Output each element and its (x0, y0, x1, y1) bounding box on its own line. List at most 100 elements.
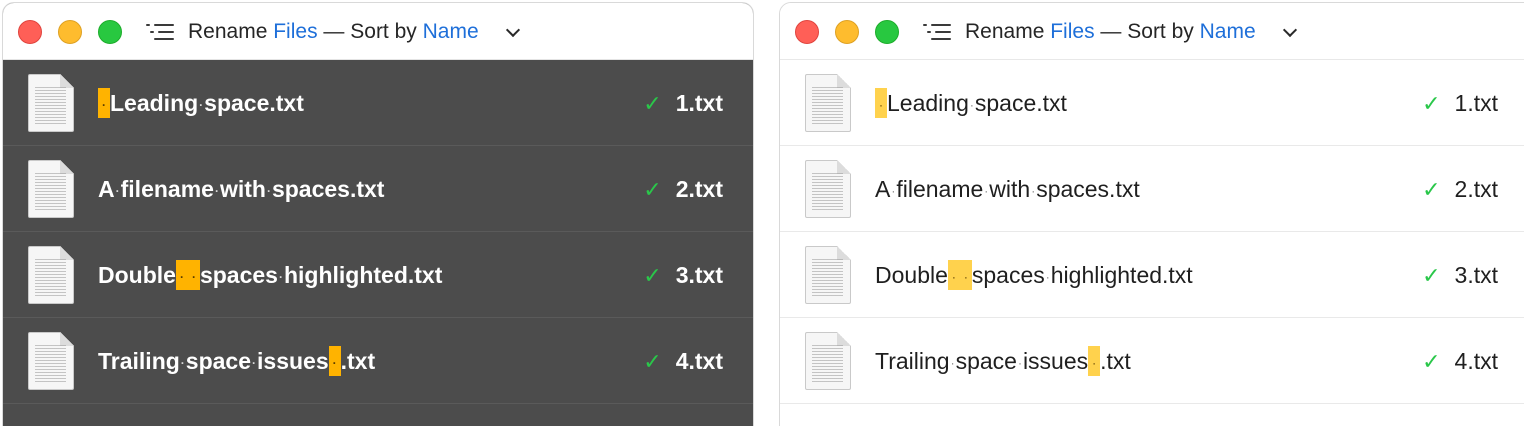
text-document-icon (805, 246, 851, 304)
original-filename: Double · · spaces·highlighted.txt (875, 260, 1193, 290)
checkmark-icon: ✓ (643, 349, 662, 374)
space-highlight: · (187, 260, 200, 290)
original-filename: Double · · spaces·highlighted.txt (98, 260, 442, 290)
file-row[interactable]: Trailing·space·issues · .txt ✓ 4.txt (780, 318, 1524, 404)
rename-window-light: Rename Files — Sort by Name · Leading·spa… (779, 2, 1524, 426)
minimize-button[interactable] (58, 20, 82, 44)
close-button[interactable] (795, 20, 819, 44)
space-highlight: · (959, 260, 972, 290)
renamed-result: ✓ 4.txt (643, 346, 723, 376)
new-filename: 1.txt (1454, 90, 1498, 116)
filename-segment: issues (257, 348, 329, 374)
titlebar: Rename Files — Sort by Name (3, 3, 753, 60)
file-row[interactable]: A·filename·with·spaces.txt ✓ 2.txt (780, 146, 1524, 232)
filename-segment: .txt (340, 348, 376, 374)
text-document-icon (805, 332, 851, 390)
file-row[interactable]: Double · · spaces·highlighted.txt ✓ 3.txt (780, 232, 1524, 318)
title-name: Name (422, 20, 479, 43)
filename-segment: with (989, 176, 1031, 202)
new-filename: 3.txt (1454, 262, 1498, 288)
title-files: Files (273, 20, 318, 43)
renamed-result: ✓ 3.txt (1422, 260, 1498, 290)
new-filename: 1.txt (675, 90, 723, 116)
filename-segment: .txt (1100, 348, 1131, 374)
text-document-icon (28, 160, 74, 218)
checkmark-icon: ✓ (1422, 349, 1441, 374)
filename-segment: space.txt (974, 90, 1067, 116)
renamed-result: ✓ 4.txt (1422, 346, 1498, 376)
filename-segment: spaces.txt (271, 176, 385, 202)
filename-segment: spaces (971, 262, 1045, 288)
filename-segment: Leading (887, 90, 969, 116)
renamed-result: ✓ 2.txt (643, 174, 723, 204)
renamed-result: ✓ 1.txt (643, 88, 723, 118)
space-highlight: · (175, 260, 188, 290)
filename-segment: spaces.txt (1036, 176, 1140, 202)
filename-segment: with (219, 176, 266, 202)
filename-segment: Double (98, 262, 176, 288)
filename-segment: highlighted.txt (1050, 262, 1193, 288)
filename-segment: filename (120, 176, 214, 202)
original-filename: · Leading·space.txt (875, 88, 1067, 118)
file-row[interactable]: · Leading·space.txt ✓ 1.txt (3, 60, 753, 146)
rename-window-dark: Rename Files — Sort by Name · Leading·spa… (2, 2, 754, 426)
text-document-icon (28, 246, 74, 304)
filename-segment: filename (896, 176, 984, 202)
new-filename: 4.txt (675, 348, 723, 374)
zoom-button[interactable] (98, 20, 122, 44)
renamed-result: ✓ 3.txt (643, 260, 723, 290)
title-middle: — Sort by (1100, 20, 1194, 43)
title-name: Name (1199, 20, 1256, 43)
list-icon (146, 22, 174, 42)
checkmark-icon: ✓ (643, 91, 662, 116)
renamed-result: ✓ 1.txt (1422, 88, 1498, 118)
space-highlight: · (947, 260, 960, 290)
checkmark-icon: ✓ (643, 263, 662, 288)
filename-segment: Trailing (875, 348, 950, 374)
original-filename: A·filename·with·spaces.txt (875, 174, 1140, 204)
space-highlight: · (98, 88, 110, 118)
filename-segment: space (955, 348, 1017, 374)
zoom-button[interactable] (875, 20, 899, 44)
chevron-down-icon[interactable] (1282, 24, 1298, 40)
text-document-icon (805, 74, 851, 132)
original-filename: · Leading·space.txt (98, 88, 304, 118)
title-middle: — Sort by (323, 20, 417, 43)
filename-segment: Double (875, 262, 948, 288)
renamed-result: ✓ 2.txt (1422, 174, 1498, 204)
new-filename: 4.txt (1454, 348, 1498, 374)
text-document-icon (28, 332, 74, 390)
checkmark-icon: ✓ (1422, 177, 1441, 202)
title-prefix: Rename (188, 20, 268, 43)
file-row[interactable]: Double · · spaces·highlighted.txt ✓ 3.txt (3, 232, 753, 318)
filename-segment: space (185, 348, 252, 374)
filename-segment: highlighted.txt (283, 262, 443, 288)
file-row[interactable]: A·filename·with·spaces.txt ✓ 2.txt (3, 146, 753, 232)
title-files: Files (1050, 20, 1095, 43)
text-document-icon (28, 74, 74, 132)
file-row[interactable]: Trailing·space·issues · .txt ✓ 4.txt (3, 318, 753, 404)
original-filename: A·filename·with·spaces.txt (98, 174, 384, 204)
window-title[interactable]: Rename Files — Sort by Name (923, 17, 1298, 47)
chevron-down-icon[interactable] (505, 24, 521, 40)
close-button[interactable] (18, 20, 42, 44)
space-highlight: · (875, 88, 887, 118)
filename-segment: Trailing (98, 348, 180, 374)
filename-segment: Leading (110, 90, 199, 116)
new-filename: 2.txt (1454, 176, 1498, 202)
filename-segment: A (875, 176, 891, 202)
checkmark-icon: ✓ (1422, 263, 1441, 288)
title-prefix: Rename (965, 20, 1045, 43)
file-row[interactable]: · Leading·space.txt ✓ 1.txt (780, 60, 1524, 146)
filename-segment: A (98, 176, 115, 202)
space-highlight: · (328, 346, 341, 376)
original-filename: Trailing·space·issues · .txt (875, 346, 1131, 376)
filename-segment: spaces (199, 262, 278, 288)
original-filename: Trailing·space·issues · .txt (98, 346, 375, 376)
minimize-button[interactable] (835, 20, 859, 44)
new-filename: 2.txt (675, 176, 723, 202)
checkmark-icon: ✓ (643, 177, 662, 202)
window-title[interactable]: Rename Files — Sort by Name (146, 17, 521, 47)
text-document-icon (805, 160, 851, 218)
filename-segment: issues (1022, 348, 1089, 374)
